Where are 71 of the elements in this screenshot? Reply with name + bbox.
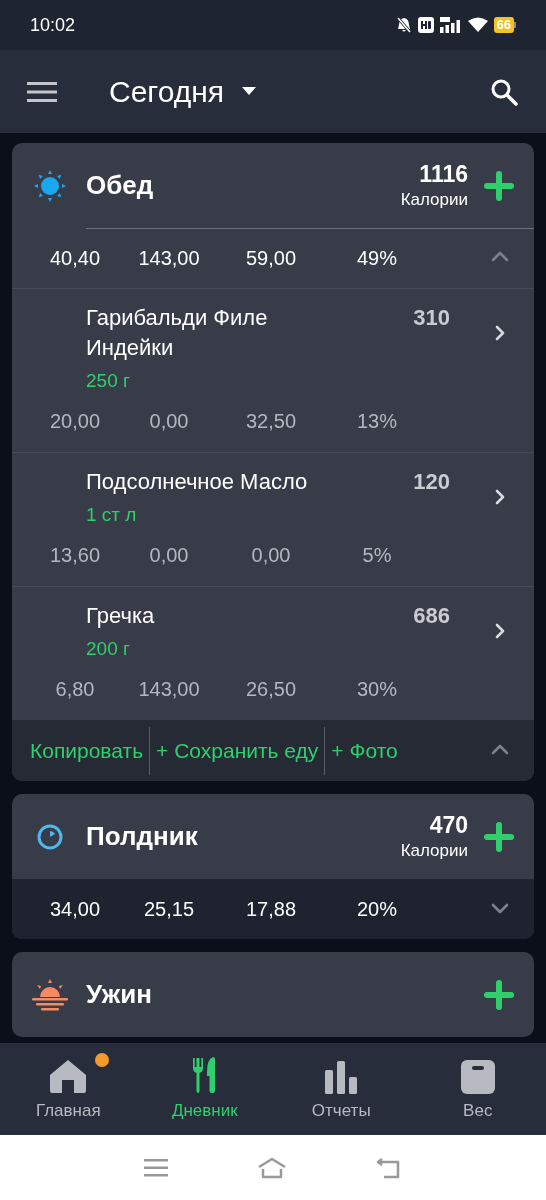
food-name: Подсолнечное Масло [86,468,309,496]
meal-action-link[interactable]: + Фото [331,738,402,763]
cellular-signal-icon [439,17,462,33]
food-amount: 200 г [86,637,131,661]
food-row[interactable]: Подсолнечное Масло 1 ст л 120 13,60 0,00 0,00 5% [12,452,534,586]
meal-action-link[interactable]: + Сохранить еду [156,734,319,767]
nutrient-total: 34,00 [48,897,102,922]
food-nutrient: 0,00 [148,543,190,568]
back-icon[interactable] [375,1156,402,1179]
sun-icon [33,168,67,203]
food-name: Гречка [86,602,156,630]
nutrient-total: 25,15 [142,897,196,922]
food-row[interactable]: Гарибальди Филе Индейки 250 г 310 20,00 0,00 32,50 13% [12,288,534,452]
bell-muted-icon [395,17,412,33]
date-dropdown[interactable]: Сегодня [109,69,256,114]
add-button[interactable] [482,977,516,1012]
calorie-total: 470 [429,810,468,839]
fork-knife-icon [191,1056,218,1095]
food-nutrient: 0,00 [250,543,292,568]
food-nutrient: 30% [356,677,398,702]
food-nutrient: 143,00 [137,677,201,702]
scale-icon [460,1060,495,1095]
add-button[interactable] [482,819,516,854]
nutrient-total: 40,40 [48,246,102,271]
add-button[interactable] [482,168,516,203]
nav-tab[interactable]: Дневник [136,1043,273,1135]
food-nutrient: 20,00 [48,409,102,434]
menu-icon[interactable] [144,1158,169,1177]
meal-title: Полдник [86,820,198,853]
home-icon[interactable] [257,1156,287,1179]
food-nutrient: 5% [361,543,393,568]
menu-button[interactable] [27,79,57,104]
food-nutrient: 6,80 [54,677,96,702]
nav-tab[interactable]: Отчеты [273,1043,410,1135]
food-nutrient: 26,50 [244,677,298,702]
nav-tab[interactable]: Главная [0,1043,137,1135]
food-calories: 310 [413,304,450,332]
food-amount: 250 г [86,369,131,393]
food-nutrient: 0,00 [148,409,190,434]
nutrient-total: 59,00 [244,246,298,271]
home-icon [49,1058,88,1095]
bar-chart-icon [324,1060,359,1095]
wifi-icon [467,17,488,33]
food-name: Гарибальди Филе Индейки [86,304,269,362]
battery-indicator: 66 [493,17,516,33]
calorie-label: Калории [400,839,468,862]
calorie-total: 1116 [419,159,468,188]
calorie-label: Калории [400,188,468,211]
plus-icon [483,820,515,853]
plus-icon [483,978,515,1011]
caret-icon [242,87,256,96]
sunset-icon [31,977,69,1012]
food-calories: 686 [413,602,450,630]
food-calories: 120 [413,468,450,496]
nutrient-total: 49% [356,246,398,271]
food-nutrient: 32,50 [244,409,298,434]
clock-icon [36,822,64,851]
plus-icon [483,169,515,202]
food-amount: 1 ст л [86,503,138,527]
food-nutrient: 13% [356,409,398,434]
nutrient-total: 143,00 [137,246,201,271]
nav-tab[interactable]: Вес [409,1043,546,1135]
status-time: 10:02 [30,13,76,37]
meal-title: Ужин [86,978,152,1011]
meal-action-link[interactable]: Копировать [30,734,144,767]
search-icon [490,77,518,106]
food-nutrient: 13,60 [48,543,102,568]
nutrient-total: 20% [356,897,398,922]
nutrient-total: 17,88 [244,897,298,922]
hd-icon [417,17,434,33]
meal-title: Обед [86,169,154,202]
